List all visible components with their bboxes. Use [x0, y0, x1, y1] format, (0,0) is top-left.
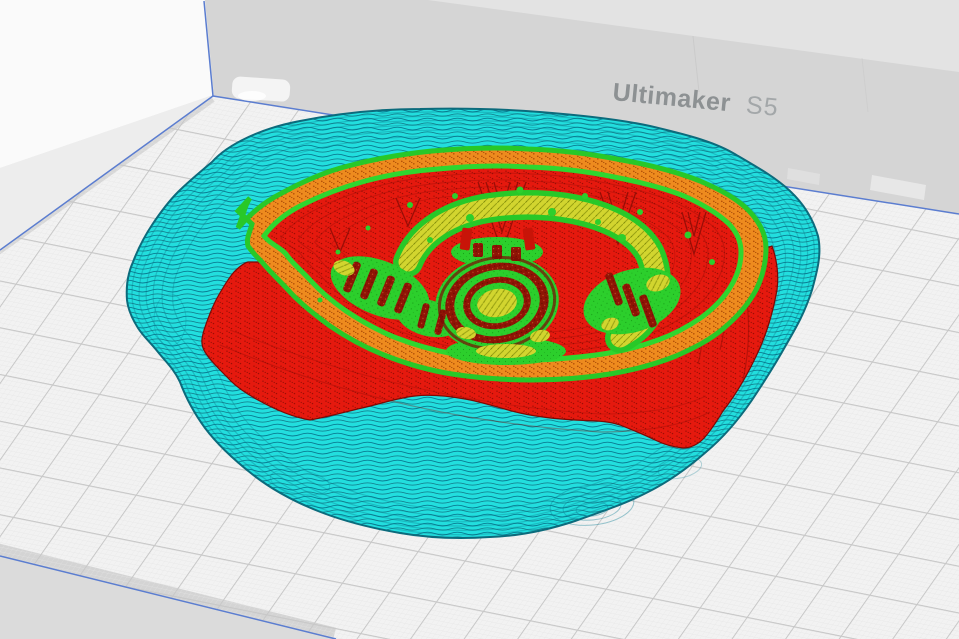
print-head-glimpse — [231, 76, 290, 102]
viewport-3d[interactable]: Ultimaker S5 — [0, 0, 959, 639]
printer-model-label: S5 — [745, 91, 780, 122]
head-highlight — [238, 91, 266, 101]
